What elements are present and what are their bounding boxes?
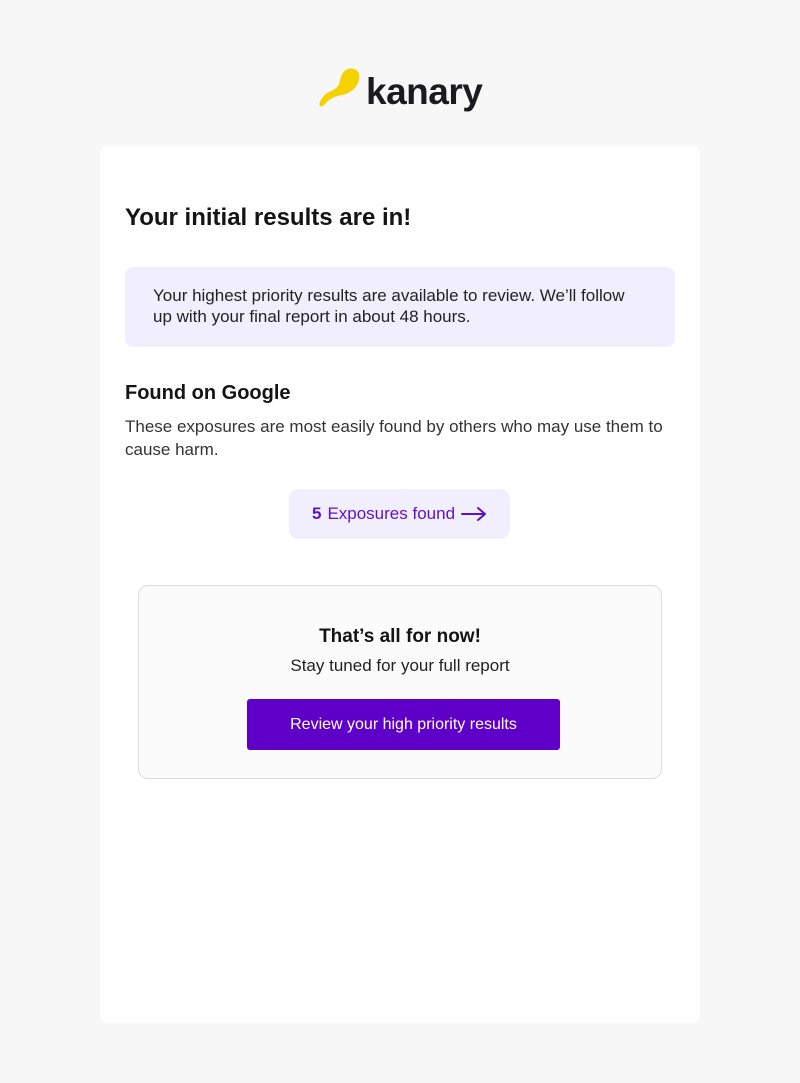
exposure-count: 5 <box>311 504 322 523</box>
results-card: Your initial results are in! Your highes… <box>100 146 700 1023</box>
brand-name: kanary <box>366 71 483 112</box>
exposures-found-button[interactable]: 5 Exposures found <box>289 489 510 539</box>
final-subtitle: Stay tuned for your full report <box>290 656 510 675</box>
review-results-button[interactable]: Review your high priority results <box>247 699 560 750</box>
page-title: Your initial results are in! <box>125 204 412 231</box>
final-title: That’s all for now! <box>319 626 481 647</box>
exposures-label: Exposures found <box>327 504 456 523</box>
notice-banner: Your highest priority results are availa… <box>125 267 675 347</box>
final-callout: That’s all for now! Stay tuned for your … <box>138 585 662 779</box>
arrow-right-icon <box>461 507 487 521</box>
kanary-bird-icon <box>319 68 360 107</box>
section-title: Found on Google <box>125 382 291 404</box>
section-description: These exposures are most easily found by… <box>125 417 663 459</box>
brand-logo: kanary <box>318 62 483 122</box>
